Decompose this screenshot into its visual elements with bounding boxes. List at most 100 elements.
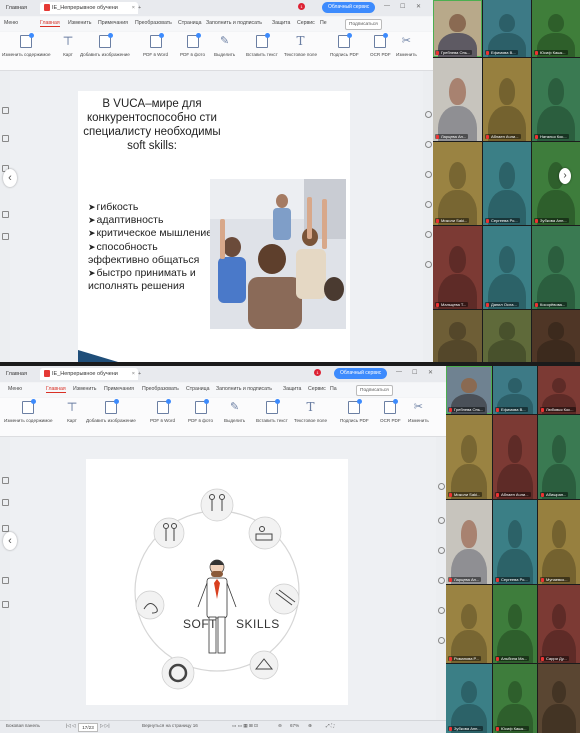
bookmark-icon[interactable] (2, 477, 9, 484)
share-icon[interactable] (438, 517, 445, 524)
settings-icon[interactable] (438, 637, 445, 644)
insert-text-button[interactable]: Вставить текст (256, 399, 288, 423)
participant-tile[interactable]: Юсиф Кашк... (493, 664, 537, 733)
menu-edit[interactable]: Изменить (73, 386, 96, 392)
fit-page-icon[interactable]: ⤢ ⛶ (326, 723, 334, 728)
menu-home[interactable]: Главная (46, 386, 66, 393)
participant-tile[interactable]: Сергеева Ро... (483, 142, 531, 225)
new-tab-button[interactable]: + (134, 2, 145, 14)
menu-convert[interactable]: Преобразовать (135, 20, 172, 26)
participant-tile[interactable]: Юсиф Кашк... (532, 0, 580, 57)
participant-tile[interactable]: Аблаен Ачли... (493, 415, 537, 499)
participant-tile[interactable]: Данил Осла... (483, 226, 531, 309)
pdf-to-word-button[interactable]: PDF в Word (150, 399, 175, 423)
tab-document[interactable]: IE_Непрерывное обучени × (40, 2, 138, 14)
thumbnail-icon[interactable] (2, 499, 9, 506)
properties-icon[interactable] (438, 483, 445, 490)
zoom-out-icon[interactable]: ⊖ (278, 723, 282, 729)
participant-tile[interactable]: Альбина Ма... (493, 585, 537, 663)
participant-tile[interactable]: Аблаен Ачли... (483, 58, 531, 141)
share-icon[interactable] (425, 141, 432, 148)
search-icon[interactable] (425, 201, 432, 208)
menu-comments[interactable]: Примечания (98, 20, 128, 26)
tab-document[interactable]: IE_Непрерывное обучени × (40, 368, 138, 380)
comment-icon[interactable] (438, 547, 445, 554)
minimize-button[interactable]: — (396, 369, 402, 375)
participant-tile[interactable]: Ефимова В... (493, 366, 537, 414)
participant-tile[interactable]: Ефимова В... (483, 0, 531, 57)
return-to-page-link[interactable]: Вернуться на страницу 16 (142, 723, 198, 728)
participant-tile[interactable]: Гребнева Оль... (433, 0, 482, 57)
participant-tile[interactable]: Гребнева Оль... (446, 366, 492, 414)
highlight-button[interactable]: ✎ Выделить (214, 35, 235, 57)
signature-icon[interactable] (2, 233, 9, 240)
pdf-to-word-button[interactable]: PDF в Word (143, 33, 168, 57)
participant-tile[interactable] (538, 664, 580, 733)
first-page-icon[interactable]: |◁ ◁ (66, 723, 76, 729)
thumbnail-icon[interactable] (2, 135, 9, 142)
menu-home[interactable]: Главная (40, 20, 60, 27)
signature-icon[interactable] (2, 601, 9, 608)
ocr-pdf-button[interactable]: OCR PDF (380, 399, 401, 423)
participant-tile[interactable]: Ларцева Ан... (433, 58, 482, 141)
participant-tile[interactable]: Наталья Кос... (532, 58, 580, 141)
maximize-button[interactable]: ☐ (400, 3, 405, 10)
menu-tools[interactable]: Сервис (297, 20, 315, 26)
participant-tile[interactable]: Романова Р... (446, 585, 492, 663)
menu-hamburger[interactable]: Меню (4, 20, 18, 26)
participant-tile[interactable]: Косорёвова... (532, 226, 580, 309)
attachment-icon[interactable] (2, 577, 9, 584)
menu-page[interactable]: Страница (186, 386, 210, 392)
edit-content-button[interactable]: Изменить содержимое (4, 399, 53, 423)
menu-protect[interactable]: Защита (272, 20, 290, 26)
menu-more[interactable]: Пе (320, 20, 327, 26)
sidebar-toggle[interactable]: Боковая панель (6, 723, 40, 728)
cloud-service-button[interactable]: Облачный сервис (334, 368, 388, 379)
translate-icon[interactable] (438, 607, 445, 614)
participant-tile[interactable]: Миколи Saki... (433, 142, 482, 225)
page-number-field[interactable]: 17/23 (78, 723, 98, 732)
edit-button[interactable]: ✂ Изменить (408, 401, 429, 423)
participant-tile[interactable]: Сарри Ду... (538, 585, 580, 663)
zoom-level[interactable]: 67% (290, 723, 299, 728)
participant-tile[interactable] (483, 310, 531, 362)
search-icon[interactable] (438, 577, 445, 584)
menu-fill-sign[interactable]: Заполнить и подписать (206, 20, 262, 26)
highlight-button[interactable]: ✎ Выделить (224, 401, 245, 423)
crop-button[interactable]: ⊤ Карт (66, 401, 78, 424)
pdf-to-photo-button[interactable]: PDF в фото (188, 399, 213, 423)
zoom-in-icon[interactable]: ⊕ (308, 723, 312, 729)
participant-tile[interactable] (532, 310, 580, 362)
subscribe-button[interactable]: Подписаться (356, 385, 393, 396)
add-image-button[interactable]: Добавить изображение (80, 33, 130, 57)
subscribe-button[interactable]: Подписаться (345, 19, 382, 30)
participant-tile[interactable] (433, 310, 482, 362)
translate-icon[interactable] (425, 231, 432, 238)
menu-protect[interactable]: Защита (283, 386, 301, 392)
attachment-icon[interactable] (2, 211, 9, 218)
new-tab-button[interactable]: + (134, 368, 145, 380)
participant-tile[interactable]: Сергеева Ро... (493, 500, 537, 584)
text-box-button[interactable]: T Текстовое поле (294, 401, 327, 424)
tab-home[interactable]: Главная (2, 2, 31, 14)
menu-hamburger[interactable]: Меню (8, 386, 22, 392)
settings-icon[interactable] (425, 261, 432, 268)
annotation-icon[interactable] (2, 525, 9, 532)
tab-home[interactable]: Главная (2, 368, 31, 380)
insert-text-button[interactable]: Вставить текст (246, 33, 278, 57)
add-image-button[interactable]: Добавить изображение (86, 399, 136, 423)
participant-tile[interactable]: Любовья Кос... (538, 366, 580, 414)
next-page-icon[interactable]: ▷ ▷| (100, 723, 110, 729)
maximize-button[interactable]: ☐ (412, 369, 417, 376)
ocr-pdf-button[interactable]: OCR PDF (370, 33, 391, 57)
menu-page[interactable]: Страница (178, 20, 202, 26)
crop-button[interactable]: ⊤ Карт (62, 35, 74, 58)
view-mode-icons[interactable]: ▭ ▭ ▦ ⊞ ⊡ (232, 723, 258, 729)
close-window-button[interactable]: ✕ (416, 3, 421, 10)
menu-fill-sign[interactable]: Заполнить и подписать (216, 386, 272, 392)
prev-page-arrow[interactable]: ‹ (3, 532, 17, 550)
text-box-button[interactable]: T Текстовое поле (284, 35, 317, 58)
comment-icon[interactable] (425, 171, 432, 178)
menu-comments[interactable]: Примечания (104, 386, 134, 392)
participant-tile[interactable]: Зубкова Анн... (446, 664, 492, 733)
